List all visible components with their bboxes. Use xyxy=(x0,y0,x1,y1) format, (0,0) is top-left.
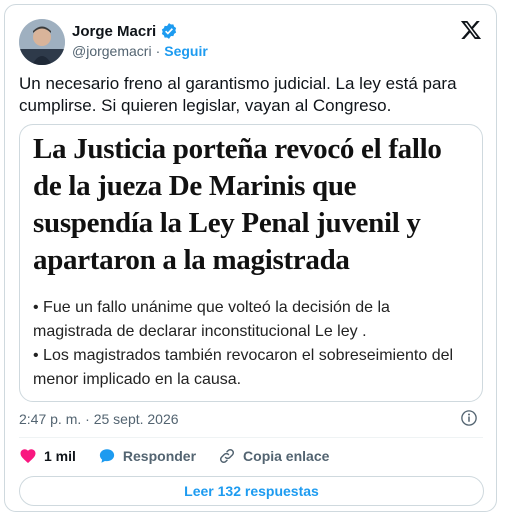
timestamp[interactable]: 2:47 p. m. · 25 sept. 2026 xyxy=(19,411,179,427)
tweet-text: Un necesario freno al garantismo judicia… xyxy=(19,74,457,115)
avatar[interactable] xyxy=(19,19,65,65)
divider xyxy=(19,437,483,438)
like-button[interactable]: 1 mil xyxy=(19,447,76,465)
bullet-item: • Los magistrados también revocaron el s… xyxy=(33,347,454,388)
reply-button[interactable]: Responder xyxy=(98,447,196,465)
copy-link-button[interactable]: Copia enlace xyxy=(218,447,329,465)
bullet-item: • Fue un fallo unánime que volteó la dec… xyxy=(33,299,390,340)
action-bar: 1 mil Responder Copia enlace xyxy=(19,447,351,465)
author-name-row: Jorge Macri xyxy=(72,22,178,40)
like-count: 1 mil xyxy=(44,448,76,464)
separator: · xyxy=(155,43,161,59)
tweet-card: Jorge Macri @jorgemacri · Seguir Un nece… xyxy=(4,4,497,512)
verified-badge-icon xyxy=(162,23,177,39)
author-handle-row: @jorgemacri · Seguir xyxy=(72,43,208,59)
reply-label: Responder xyxy=(122,448,197,464)
heart-icon xyxy=(20,449,36,464)
info-icon[interactable] xyxy=(460,409,478,427)
read-replies-button[interactable]: Leer 132 respuestas xyxy=(19,476,484,506)
reply-icon xyxy=(99,449,115,463)
copy-link-label: Copia enlace xyxy=(243,448,330,464)
link-icon xyxy=(220,448,235,464)
follow-button[interactable]: Seguir xyxy=(164,43,208,59)
media-headline: La Justicia porteña revocó el fallo de l… xyxy=(33,133,442,276)
media-bullets: • Fue un fallo unánime que volteó la dec… xyxy=(33,296,473,392)
author-handle[interactable]: @jorgemacri xyxy=(72,43,152,59)
author-name[interactable]: Jorge Macri xyxy=(72,23,156,40)
x-logo-icon[interactable] xyxy=(460,19,482,41)
media-card[interactable]: La Justicia porteña revocó el fallo de l… xyxy=(19,124,483,402)
